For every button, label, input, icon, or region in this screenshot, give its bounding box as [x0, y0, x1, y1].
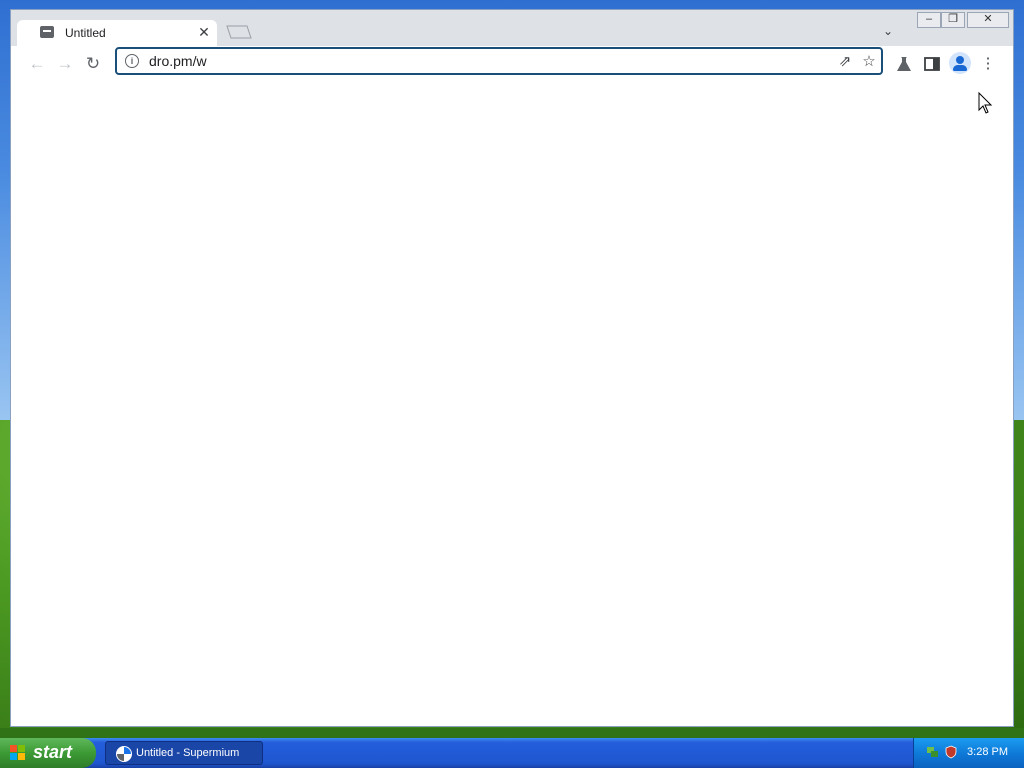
address-input[interactable] — [149, 53, 749, 69]
kebab-menu-icon[interactable]: ⋮ — [977, 54, 999, 74]
browser-window: Untitled ✕ ⌄ – ❐ ✕ ← → ↻ i ⇗ ☆ ⋮ — [10, 9, 1014, 727]
browser-titlebar: Untitled ✕ ⌄ – ❐ ✕ — [11, 10, 1013, 46]
page-content — [11, 82, 1013, 726]
close-tab-button[interactable]: ✕ — [195, 23, 213, 41]
chevron-down-icon[interactable]: ⌄ — [879, 24, 897, 40]
page-icon — [40, 26, 54, 38]
forward-button[interactable]: → — [53, 52, 77, 76]
profile-icon[interactable] — [949, 52, 971, 74]
browser-toolbar: ← → ↻ i ⇗ ☆ ⋮ — [11, 46, 1013, 83]
taskbar: start Untitled - Supermium 3:28 PM — [0, 738, 1024, 768]
start-button[interactable]: start — [0, 738, 96, 768]
windows-logo-icon — [10, 745, 25, 760]
minimize-button[interactable]: – — [917, 12, 941, 28]
start-label: start — [33, 742, 73, 762]
new-tab-icon[interactable] — [223, 24, 253, 40]
flask-icon[interactable] — [893, 54, 915, 74]
address-bar[interactable]: i ⇗ ☆ — [115, 47, 883, 75]
taskbar-item-label: Untitled - Supermium — [136, 747, 240, 759]
window-close-button[interactable]: ✕ — [967, 12, 1009, 28]
network-icon[interactable] — [926, 745, 940, 759]
supermium-icon — [116, 746, 132, 762]
tab-title: Untitled — [65, 26, 106, 40]
restore-button[interactable]: ❐ — [941, 12, 965, 28]
bookmark-star-icon[interactable]: ☆ — [859, 52, 879, 72]
reload-button[interactable]: ↻ — [81, 52, 105, 76]
system-tray: 3:28 PM — [913, 738, 1024, 768]
tab-untitled[interactable]: Untitled ✕ — [17, 20, 217, 46]
mouse-cursor-icon — [978, 92, 993, 114]
share-icon[interactable]: ⇗ — [835, 52, 855, 72]
side-panel-icon[interactable] — [921, 54, 943, 74]
clock: 3:28 PM — [967, 746, 1008, 758]
info-icon[interactable]: i — [125, 54, 139, 68]
back-button[interactable]: ← — [25, 52, 49, 76]
security-shield-icon[interactable] — [944, 745, 958, 759]
taskbar-item-supermium[interactable]: Untitled - Supermium — [105, 741, 263, 765]
